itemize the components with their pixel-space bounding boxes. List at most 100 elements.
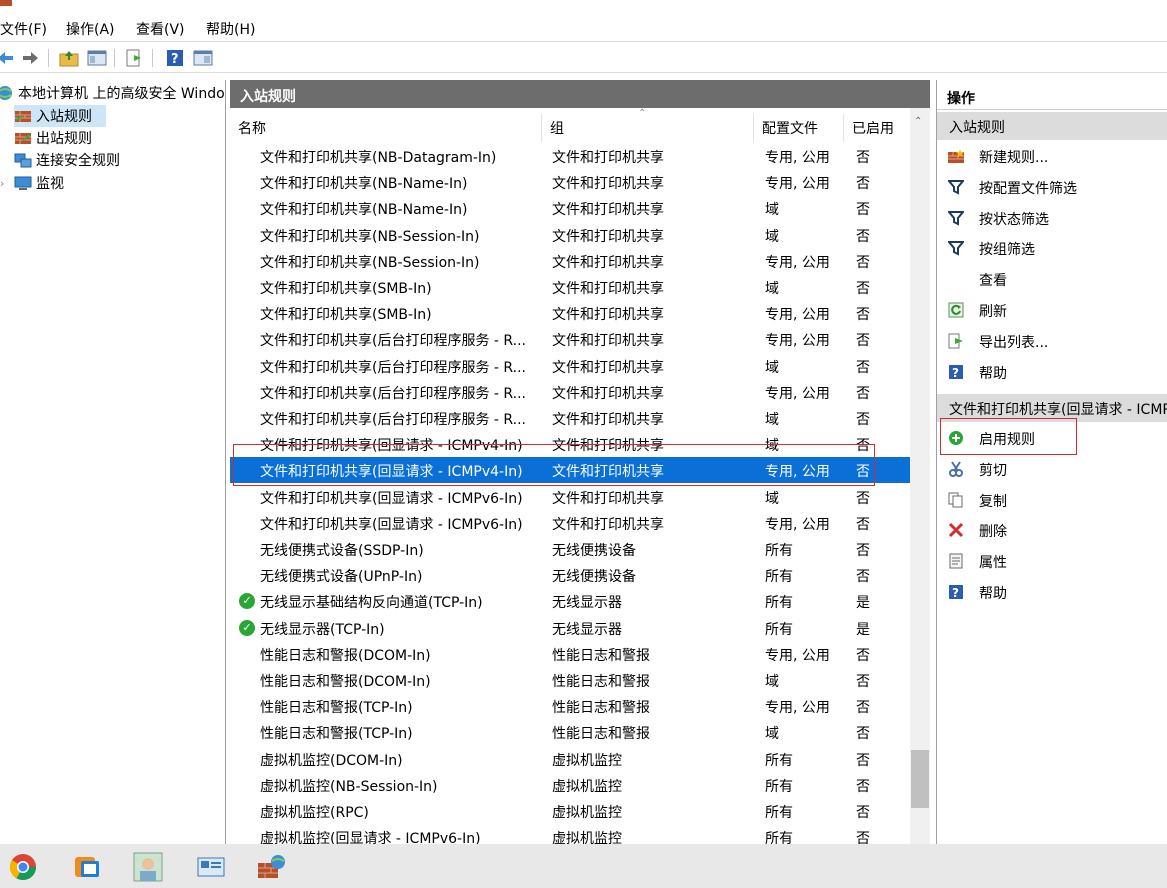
up-folder-icon[interactable] — [58, 47, 80, 69]
scroll-up-arrow-icon[interactable]: ⌃ — [914, 116, 922, 127]
rule-row[interactable]: 文件和打印机共享(SMB-In) 文件和打印机共享 专用, 公用 否 — [230, 300, 910, 326]
app-orange-blue-icon[interactable] — [72, 852, 102, 882]
rule-group: 文件和打印机共享 — [552, 516, 664, 533]
menu-action[interactable]: 操作(A) — [66, 19, 115, 39]
menu-view[interactable]: 查看(V) — [136, 19, 185, 39]
rule-profile: 专用, 公用 — [765, 150, 830, 166]
tree-item-outbound[interactable]: 出站规则 — [14, 127, 92, 149]
rule-group: 虚拟机监控 — [552, 805, 622, 821]
app-icon — [0, 0, 12, 6]
rule-row[interactable]: 虚拟机监控(RPC) 虚拟机监控 所有 否 — [230, 798, 910, 824]
rule-row[interactable]: 文件和打印机共享(后台打印程序服务 - R... 文件和打印机共享 域 否 — [230, 353, 910, 379]
action-item[interactable]: 删除 — [937, 516, 1167, 544]
rule-enabled: 否 — [856, 385, 870, 402]
rule-profile: 专用, 公用 — [765, 647, 830, 664]
action-item[interactable]: 启用规则 — [937, 424, 1167, 452]
column-enabled[interactable]: 已启用 — [844, 114, 910, 142]
action-item[interactable]: 查看 — [937, 265, 1167, 293]
rule-row[interactable]: 性能日志和警报(TCP-In) 性能日志和警报 域 否 — [230, 719, 910, 745]
menu-help[interactable]: 帮助(H) — [206, 19, 255, 39]
tree-root[interactable]: 本地计算机 上的高级安全 Windows — [0, 82, 225, 104]
rule-row[interactable]: 文件和打印机共享(回显请求 - ICMPv4-In) 文件和打印机共享 域 否 — [230, 431, 910, 457]
firewall-app-icon[interactable] — [256, 852, 286, 882]
tree-item-monitoring[interactable]: › 监视 — [0, 172, 64, 194]
rule-name: 文件和打印机共享(回显请求 - ICMPv6-In) — [260, 490, 523, 507]
rule-name: 虚拟机监控(DCOM-In) — [260, 752, 403, 769]
menu-bar: 文件(F) 操作(A) 查看(V) 帮助(H) — [0, 14, 1167, 42]
rule-profile: 所有 — [765, 778, 793, 795]
forward-icon[interactable] — [20, 47, 42, 69]
actions-section-inbound[interactable]: 入站规则 — [937, 112, 1167, 140]
rule-enabled: 否 — [856, 831, 870, 844]
rule-profile: 专用, 公用 — [765, 307, 830, 324]
rule-row[interactable]: ✓ 无线显示器(TCP-In) 无线显示器 所有 是 — [230, 615, 910, 641]
rule-name: 文件和打印机共享(后台打印程序服务 - R... — [260, 385, 526, 402]
action-item[interactable]: 属性 — [937, 547, 1167, 575]
scrollbar-thumb[interactable] — [911, 750, 929, 808]
rule-row[interactable]: 文件和打印机共享(NB-Name-In) 文件和打印机共享 专用, 公用 否 — [230, 169, 910, 195]
show-hide-tree-icon[interactable] — [86, 47, 108, 69]
rule-row[interactable]: 文件和打印机共享(后台打印程序服务 - R... 文件和打印机共享 专用, 公用 否 — [230, 326, 910, 352]
rule-enabled: 是 — [856, 621, 870, 638]
column-profile[interactable]: 配置文件 — [754, 114, 844, 142]
action-item[interactable]: 按配置文件筛选 — [937, 173, 1167, 201]
tree-item-inbound[interactable]: 入站规则 — [14, 105, 106, 127]
rule-row[interactable]: 文件和打印机共享(NB-Session-In) 文件和打印机共享 域 否 — [230, 222, 910, 248]
enabled-check-icon: ✓ — [239, 593, 255, 610]
show-hide-action-pane-icon[interactable] — [192, 47, 214, 69]
svg-text:?: ? — [952, 366, 959, 380]
rule-row[interactable]: 无线便携式设备(SSDP-In) 无线便携设备 所有 否 — [230, 536, 910, 562]
help-icon[interactable]: ? — [164, 47, 186, 69]
rule-row[interactable]: 文件和打印机共享(回显请求 - ICMPv6-In) 文件和打印机共享 域 否 — [230, 484, 910, 510]
rule-row[interactable]: 文件和打印机共享(SMB-In) 文件和打印机共享 域 否 — [230, 274, 910, 300]
menu-file[interactable]: 文件(F) — [0, 19, 47, 39]
rule-name: 文件和打印机共享(回显请求 - ICMPv6-In) — [260, 516, 523, 533]
action-item[interactable]: ? 帮助 — [937, 578, 1167, 606]
rule-profile: 所有 — [765, 805, 793, 821]
action-item[interactable]: ? 帮助 — [937, 358, 1167, 386]
rule-row[interactable]: 性能日志和警报(DCOM-In) 性能日志和警报 专用, 公用 否 — [230, 641, 910, 667]
rule-row[interactable]: 文件和打印机共享(后台打印程序服务 - R... 文件和打印机共享 域 否 — [230, 405, 910, 431]
copy-icon — [947, 491, 965, 509]
rule-profile: 专用, 公用 — [765, 254, 830, 271]
refresh-icon — [947, 301, 965, 319]
rule-row[interactable]: 虚拟机监控(NB-Session-In) 虚拟机监控 所有 否 — [230, 772, 910, 798]
rule-row[interactable]: 文件和打印机共享(回显请求 - ICMPv6-In) 文件和打印机共享 专用, 公用… — [230, 510, 910, 536]
action-item[interactable]: 复制 — [937, 486, 1167, 514]
rule-row[interactable]: 无线便携式设备(UPnP-In) 无线便携设备 所有 否 — [230, 562, 910, 588]
rule-row[interactable]: 性能日志和警报(DCOM-In) 性能日志和警报 域 否 — [230, 667, 910, 693]
rule-row[interactable]: 虚拟机监控(回显请求 - ICMPv6-In) 虚拟机监控 所有 否 — [230, 824, 910, 844]
rule-row[interactable]: 文件和打印机共享(NB-Datagram-In) 文件和打印机共享 专用, 公用 否 — [230, 143, 910, 169]
action-item[interactable]: 按组筛选 — [937, 234, 1167, 262]
vertical-scrollbar[interactable] — [910, 108, 930, 844]
action-item[interactable]: 剪切 — [937, 455, 1167, 483]
action-item[interactable]: 按状态筛选 — [937, 204, 1167, 232]
rule-row[interactable]: ✓ 无线显示基础结构反向通道(TCP-In) 无线显示器 所有 是 — [230, 588, 910, 614]
tree-item-connection-security[interactable]: 连接安全规则 — [14, 149, 120, 171]
rule-group: 性能日志和警报 — [552, 700, 650, 717]
rule-enabled: 否 — [856, 333, 870, 350]
action-item[interactable]: 刷新 — [937, 296, 1167, 324]
rule-name: 无线显示器(TCP-In) — [260, 621, 385, 638]
rule-row[interactable]: 文件和打印机共享(后台打印程序服务 - R... 文件和打印机共享 专用, 公用 否 — [230, 379, 910, 405]
action-item[interactable]: 导出列表... — [937, 327, 1167, 355]
rule-row[interactable]: 虚拟机监控(DCOM-In) 虚拟机监控 所有 否 — [230, 746, 910, 772]
rule-row[interactable]: 文件和打印机共享(NB-Name-In) 文件和打印机共享 域 否 — [230, 195, 910, 221]
expand-chevron-icon[interactable]: › — [0, 177, 14, 190]
rule-profile: 所有 — [765, 595, 793, 612]
column-group[interactable]: 组 ⌃ — [542, 108, 754, 142]
rule-row[interactable]: 文件和打印机共享(NB-Session-In) 文件和打印机共享 专用, 公用 否 — [230, 248, 910, 274]
back-icon[interactable] — [0, 47, 16, 69]
column-name[interactable]: 名称 — [230, 114, 542, 142]
network-card-icon[interactable] — [196, 852, 226, 882]
chrome-icon[interactable] — [8, 852, 38, 882]
rule-row[interactable]: 文件和打印机共享(回显请求 - ICMPv4-In) 文件和打印机共享 专用, 公用… — [230, 457, 910, 484]
action-item[interactable]: 新建规则... — [937, 142, 1167, 170]
navigation-tree: 本地计算机 上的高级安全 Windows 入站规则 出站规则 连接安全规则 › … — [0, 80, 226, 844]
inbound-rules-icon — [14, 108, 32, 124]
rule-name: 性能日志和警报(DCOM-In) — [260, 647, 431, 664]
actions-section-selected-rule[interactable]: 文件和打印机共享(回显请求 - ICMPv4-In) — [937, 394, 1167, 422]
rule-row[interactable]: 性能日志和警报(TCP-In) 性能日志和警报 专用, 公用 否 — [230, 693, 910, 719]
export-list-icon[interactable] — [124, 47, 146, 69]
user-photo-icon[interactable] — [133, 852, 163, 882]
